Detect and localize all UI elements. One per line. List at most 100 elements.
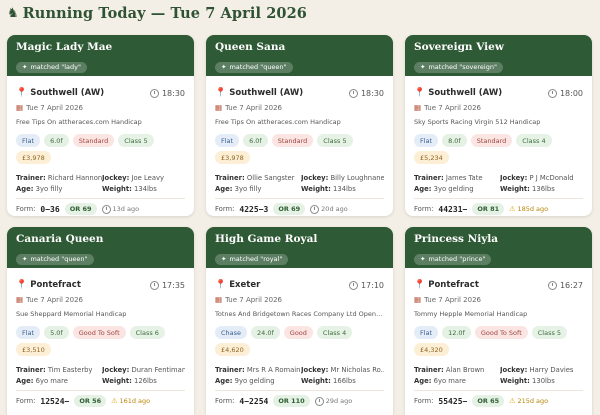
race-tags: Flat 6.0f Standard Class 5 £3,978 <box>215 134 384 164</box>
trainer-value: Richard Hannon <box>47 174 102 182</box>
weight-value: 134lbs <box>134 185 157 193</box>
race-tag: Class 4 <box>316 326 353 339</box>
age-value: 3yo gelding <box>433 185 474 193</box>
form-row: Form: 4225−3 OR 69 20d ago <box>215 203 348 215</box>
race-name: Tommy Hepple Memorial Handicap <box>414 310 528 318</box>
jockey-value: Duran Fentiman <box>131 366 186 374</box>
jockey-value: Joe Leavy <box>131 174 165 182</box>
course: 📍 Southwell (AW) <box>414 88 503 98</box>
jockey-value: P J McDonald <box>529 174 574 182</box>
sparkle-icon: ✦ <box>420 255 426 263</box>
runner-card[interactable]: Sovereign View ✦ matched "sovereign" 📍 S… <box>405 35 592 216</box>
course: 📍 Pontefract <box>16 280 81 290</box>
runner-card[interactable]: Queen Sana ✦ matched "queen" 📍 Southwell… <box>206 35 393 216</box>
race-name: Free Tips On attheraces.com Handicap <box>215 118 341 126</box>
horse-name: Canaria Queen <box>16 233 104 245</box>
location-pin-icon: 📍 <box>215 88 227 98</box>
card-header: Sovereign View ✦ matched "sovereign" <box>405 35 592 76</box>
runner-card[interactable]: High Game Royal ✦ matched "royal" 📍 Exet… <box>206 227 393 415</box>
race-tags: Flat 5.0f Good To Soft Class 6 £3,510 <box>16 326 185 356</box>
race-tag: Flat <box>414 326 439 339</box>
clock-icon <box>149 88 159 98</box>
calendar-icon: ▦ <box>414 295 422 304</box>
course: 📍 Southwell (AW) <box>16 88 105 98</box>
race-name: Totnes And Bridgetown Races Company Ltd … <box>215 310 384 318</box>
trainer-value: Mrs R A Romain <box>246 366 301 374</box>
race-time: 16:27 <box>547 280 583 290</box>
official-rating-badge: OR 56 <box>74 395 107 407</box>
race-tag: 12.0f <box>442 326 471 339</box>
calendar-icon: ▦ <box>414 103 422 112</box>
race-name: Sue Sheppard Memorial Handicap <box>16 310 127 318</box>
course: 📍 Exeter <box>215 280 261 290</box>
race-tag: Flat <box>16 326 41 339</box>
race-date: ▦ Tue 7 April 2026 <box>215 103 282 112</box>
race-time: 17:10 <box>348 280 384 290</box>
race-tag: £3,510 <box>16 343 51 356</box>
race-time: 18:30 <box>149 88 185 98</box>
form-row: Form: 55425− OR 65 ⚠ 215d ago <box>414 395 549 407</box>
race-tags: Flat 6.0f Standard Class 5 £3,978 <box>16 134 185 164</box>
race-tag: Standard <box>470 134 513 147</box>
race-tag: £4,320 <box>414 343 449 356</box>
race-time: 17:35 <box>149 280 185 290</box>
race-tag: Flat <box>414 134 439 147</box>
trainer-value: Alan Brown <box>445 366 485 374</box>
race-time: 18:00 <box>547 88 583 98</box>
clock-icon <box>547 280 557 290</box>
last-run: 29d ago <box>314 396 352 406</box>
match-badge: ✦ matched "queen" <box>16 253 94 265</box>
weight-value: 134lbs <box>333 185 356 193</box>
calendar-icon: ▦ <box>16 295 24 304</box>
runner-info: Trainer: Mrs R A Romain Jockey: Mr Nicho… <box>215 366 384 385</box>
race-tag: £4,620 <box>215 343 250 356</box>
race-tag: Class 4 <box>516 134 552 147</box>
weight-value: 166lbs <box>333 377 356 385</box>
official-rating-badge: OR 65 <box>472 395 505 407</box>
clock-icon <box>547 88 557 98</box>
race-date: ▦ Tue 7 April 2026 <box>215 295 282 304</box>
weight-value: 126lbs <box>134 377 157 385</box>
race-tag: Good To Soft <box>72 326 126 339</box>
form-figures: 4225−3 <box>239 204 269 214</box>
sparkle-icon: ✦ <box>221 255 227 263</box>
race-tag: 8.0f <box>442 134 467 147</box>
race-tag: Class 5 <box>118 134 154 147</box>
runner-info: Trainer: James Tate Jockey: P J McDonald… <box>414 174 574 193</box>
race-tag: Standard <box>72 134 115 147</box>
age-value: 3yo filly <box>35 185 63 193</box>
race-tag: Class 5 <box>531 326 568 339</box>
race-date: ▦ Tue 7 April 2026 <box>16 295 83 304</box>
race-tag: Chase <box>215 326 248 339</box>
race-name: Sky Sports Racing Virgin 512 Handicap <box>414 118 541 126</box>
last-run: ⚠ 161d ago <box>111 397 151 405</box>
course: 📍 Pontefract <box>414 280 479 290</box>
form-row: Form: 44231− OR 81 ⚠ 185d ago <box>414 203 549 215</box>
horse-name: Magic Lady Mae <box>16 41 113 53</box>
race-tag: £3,978 <box>215 151 250 164</box>
last-run: 20d ago <box>310 204 348 214</box>
runner-card[interactable]: Canaria Queen ✦ matched "queen" 📍 Pontef… <box>7 227 194 415</box>
location-pin-icon: 📍 <box>16 88 28 98</box>
calendar-icon: ▦ <box>16 103 24 112</box>
race-tag: £5,234 <box>414 151 449 164</box>
warning-icon: ⚠ <box>509 397 516 405</box>
horse-name: Princess Niyla <box>414 233 499 245</box>
form-row: Form: 12524− OR 56 ⚠ 161d ago <box>16 395 151 407</box>
card-header: High Game Royal ✦ matched "royal" <box>206 227 393 268</box>
card-header: Magic Lady Mae ✦ matched "lady" <box>7 35 194 76</box>
race-tag: Good To Soft <box>474 326 528 339</box>
runner-card[interactable]: Magic Lady Mae ✦ matched "lady" 📍 Southw… <box>7 35 194 216</box>
race-tag: Standard <box>271 134 314 147</box>
race-tag: 6.0f <box>44 134 69 147</box>
runner-card[interactable]: Princess Niyla ✦ matched "prince" 📍 Pont… <box>405 227 592 415</box>
sparkle-icon: ✦ <box>221 63 227 71</box>
page-title: Running Today — Tue 7 April 2026 <box>22 4 307 22</box>
card-header: Princess Niyla ✦ matched "prince" <box>405 227 592 268</box>
race-tag: 5.0f <box>44 326 69 339</box>
race-tags: Flat 12.0f Good To Soft Class 5 £4,320 <box>414 326 583 356</box>
form-figures: 4−2254 <box>239 396 269 406</box>
location-pin-icon: 📍 <box>414 280 426 290</box>
clock-icon <box>149 280 159 290</box>
match-badge: ✦ matched "lady" <box>16 61 87 73</box>
